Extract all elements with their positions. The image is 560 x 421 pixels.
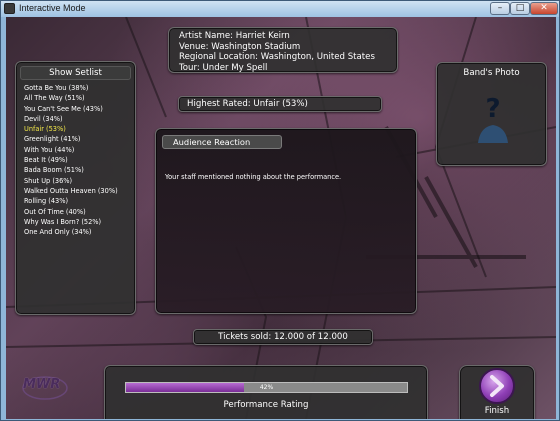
chevron-right-icon: [490, 375, 504, 397]
finish-circle[interactable]: [479, 368, 515, 404]
highest-rated-label: Highest Rated: Unfair (53%): [178, 96, 382, 112]
setlist-list: Gotta Be You (38%) All The Way (51%) You C…: [24, 83, 118, 237]
unknown-person-icon: ?: [478, 94, 508, 143]
setlist-item[interactable]: One And Only (34%): [24, 227, 118, 237]
performance-rating-label: Performance Rating: [223, 400, 309, 410]
setlist-panel: Show Setlist Gotta Be You (38%) All The W…: [15, 61, 136, 315]
logo-text: MWR: [23, 377, 61, 392]
setlist-item[interactable]: Unfair (53%): [24, 124, 118, 134]
setlist-item[interactable]: Out Of Time (40%): [24, 207, 118, 217]
window-title: Interactive Mode: [19, 3, 86, 13]
setlist-item[interactable]: Shut Up (36%): [24, 176, 118, 186]
audience-reaction-tab[interactable]: Audience Reaction: [162, 135, 282, 149]
close-button[interactable]: ✕: [530, 2, 558, 15]
maximize-button[interactable]: □: [510, 2, 530, 15]
setlist-title: Show Setlist: [20, 66, 131, 80]
setlist-item[interactable]: Why Was I Born? (52%): [24, 217, 118, 227]
performance-rating-panel: 42% Performance Rating: [104, 365, 428, 419]
setlist-item[interactable]: All The Way (51%): [24, 93, 118, 103]
concert-info-panel: Artist Name: Harriet Keirn Venue: Washin…: [168, 27, 398, 73]
minimize-button[interactable]: –: [490, 2, 510, 15]
finish-label: Finish: [484, 406, 510, 416]
setlist-item[interactable]: Rolling (43%): [24, 196, 118, 206]
audience-reaction-message: Your staff mentioned nothing about the p…: [165, 173, 342, 181]
regional-location: Regional Location: Washington, United St…: [179, 52, 375, 62]
setlist-item[interactable]: Greenlight (41%): [24, 134, 118, 144]
setlist-item[interactable]: Beat It (49%): [24, 155, 118, 165]
setlist-item[interactable]: Devil (34%): [24, 114, 118, 124]
setlist-item[interactable]: Bada Boom (51%): [24, 165, 118, 175]
setlist-item[interactable]: Walked Outta Heaven (30%): [24, 186, 118, 196]
performance-progress-bar: 42%: [125, 382, 408, 393]
audience-reaction-panel: Audience Reaction Your staff mentioned n…: [155, 128, 417, 314]
tour-name: Tour: Under My Spell: [179, 62, 268, 73]
performance-percent: 42%: [259, 384, 274, 391]
stage-background: Artist Name: Harriet Keirn Venue: Washin…: [6, 17, 556, 419]
app-icon: [4, 3, 15, 14]
tickets-sold-label: Tickets sold: 12.000 of 12.000: [193, 329, 373, 345]
artist-name: Artist Name: Harriet Keirn: [179, 31, 290, 41]
band-photo-title: Band's Photo: [463, 68, 520, 78]
setlist-item[interactable]: With You (44%): [24, 145, 118, 155]
venue-name: Venue: Washington Stadium: [179, 41, 301, 52]
band-photo-panel: Band's Photo ?: [436, 62, 547, 166]
mwr-logo: MWR: [21, 373, 69, 401]
finish-button[interactable]: Finish: [459, 365, 535, 419]
setlist-item[interactable]: You Can't See Me (43%): [24, 104, 118, 114]
setlist-item[interactable]: Gotta Be You (38%): [24, 83, 118, 93]
app-window: Interactive Mode – □ ✕ Artist Name: Harr…: [0, 0, 560, 421]
title-bar[interactable]: Interactive Mode – □ ✕: [1, 1, 559, 17]
svg-text:?: ?: [485, 94, 500, 124]
